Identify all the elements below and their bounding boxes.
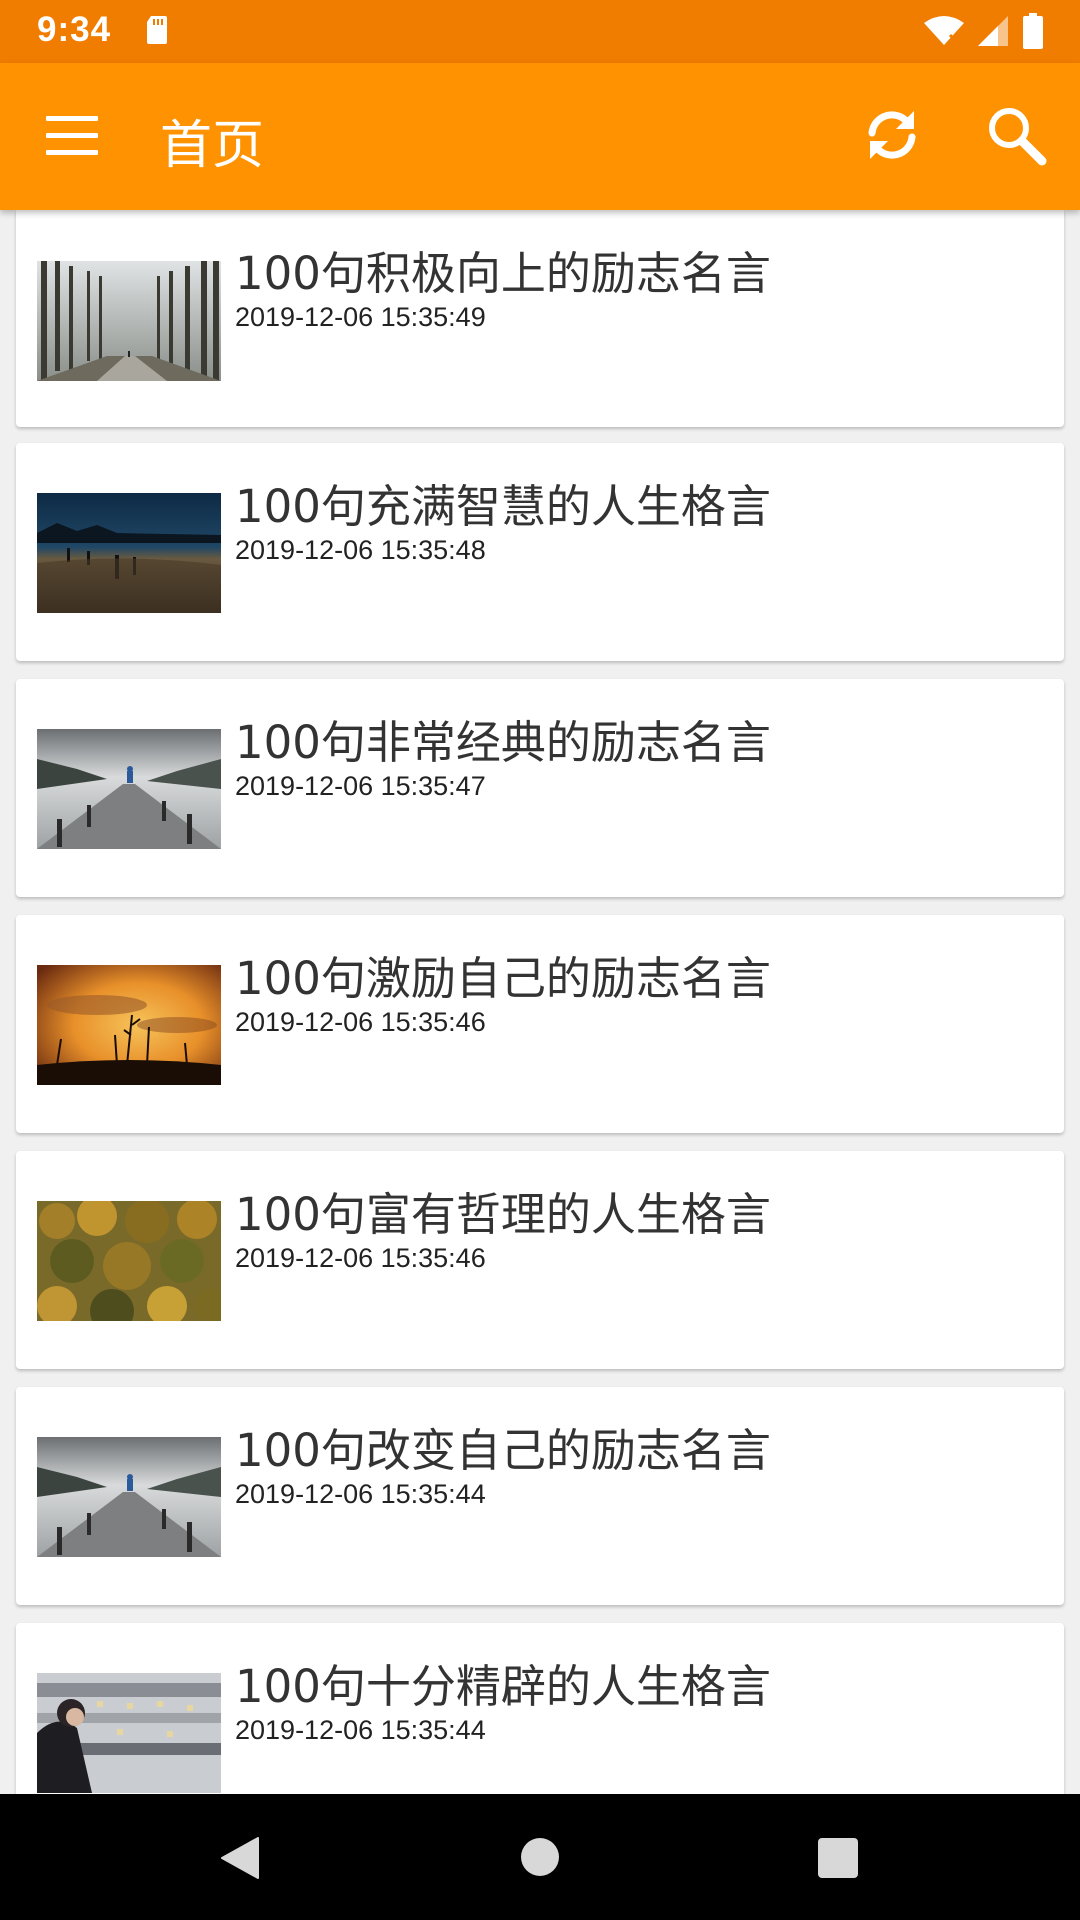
list-item[interactable]: 100句激励自己的励志名言 2019-12-06 15:35:46	[16, 915, 1064, 1133]
article-time: 2019-12-06 15:35:46	[235, 1243, 486, 1273]
list-item[interactable]: 100句充满智慧的人生格言 2019-12-06 15:35:48	[16, 443, 1064, 661]
article-time: 2019-12-06 15:35:44	[235, 1479, 486, 1509]
article-time: 2019-12-06 15:35:48	[235, 535, 486, 565]
article-time: 2019-12-06 15:35:47	[235, 771, 486, 801]
article-title: 100句积极向上的励志名言	[235, 247, 771, 300]
article-title: 100句激励自己的励志名言	[235, 952, 771, 1005]
status-bar: 9:34	[0, 0, 1080, 63]
signal-icon	[978, 16, 1008, 46]
article-title: 100句改变自己的励志名言	[235, 1424, 771, 1477]
menu-icon[interactable]	[46, 116, 98, 156]
article-title: 100句富有哲理的人生格言	[235, 1188, 771, 1241]
sd-card-icon	[147, 16, 167, 44]
list-item[interactable]: 100句改变自己的励志名言 2019-12-06 15:35:44	[16, 1387, 1064, 1605]
article-title: 100句十分精辟的人生格言	[235, 1660, 771, 1713]
page-title: 首页	[160, 116, 265, 176]
list-item[interactable]: 100句十分精辟的人生格言 2019-12-06 15:35:44	[16, 1623, 1064, 1794]
wifi-icon	[924, 16, 964, 45]
list-item[interactable]: 100句非常经典的励志名言 2019-12-06 15:35:47	[16, 679, 1064, 897]
article-title: 100句充满智慧的人生格言	[235, 480, 771, 533]
home-icon[interactable]	[521, 1838, 559, 1876]
article-list[interactable]: 100句积极向上的励志名言 2019-12-06 15:35:49 100句充满…	[0, 210, 1080, 1794]
article-time: 2019-12-06 15:35:44	[235, 1715, 486, 1745]
thumbnail-image	[37, 729, 221, 849]
thumbnail-image	[37, 261, 221, 381]
app-toolbar: 首页	[0, 63, 1080, 210]
system-nav-bar	[0, 1794, 1080, 1920]
thumbnail-image	[37, 1673, 221, 1793]
thumbnail-image	[37, 965, 221, 1085]
article-title: 100句非常经典的励志名言	[235, 716, 771, 769]
thumbnail-image	[37, 1201, 221, 1321]
battery-icon	[1023, 13, 1043, 49]
back-icon[interactable]	[220, 1836, 260, 1880]
thumbnail-image	[37, 1437, 221, 1557]
list-item[interactable]: 100句富有哲理的人生格言 2019-12-06 15:35:46	[16, 1151, 1064, 1369]
list-item[interactable]: 100句积极向上的励志名言 2019-12-06 15:35:49	[16, 210, 1064, 427]
thumbnail-image	[37, 493, 221, 613]
status-time: 9:34	[37, 10, 112, 49]
article-time: 2019-12-06 15:35:46	[235, 1007, 486, 1037]
search-icon[interactable]	[984, 103, 1048, 167]
refresh-icon[interactable]	[860, 103, 924, 167]
recents-icon[interactable]	[818, 1838, 858, 1878]
article-time: 2019-12-06 15:35:49	[235, 302, 486, 332]
